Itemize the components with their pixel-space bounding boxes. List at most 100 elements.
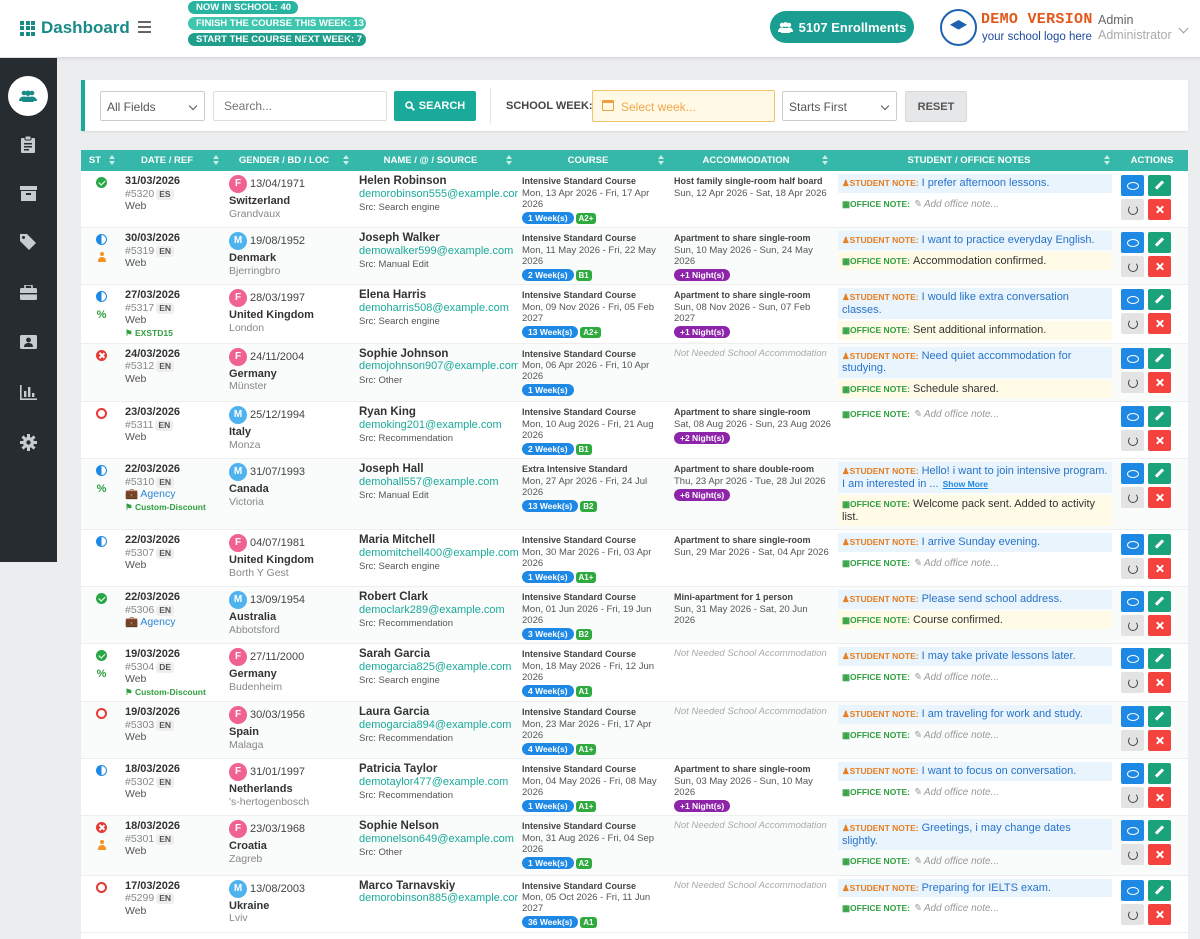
column-header[interactable]: DATE / REF	[121, 150, 225, 171]
view-button[interactable]	[1121, 763, 1144, 784]
student-name[interactable]: Robert Clark	[359, 591, 515, 604]
view-button[interactable]	[1121, 406, 1144, 427]
student-name[interactable]: Laura Garcia	[359, 706, 515, 719]
edit-button[interactable]	[1148, 463, 1171, 484]
history-button[interactable]	[1121, 371, 1144, 393]
student-email[interactable]: demogarcia894@example.com	[359, 719, 515, 732]
delete-button[interactable]	[1148, 903, 1171, 925]
student-name[interactable]: Maria Mitchell	[359, 534, 515, 547]
history-button[interactable]	[1121, 787, 1144, 808]
edit-button[interactable]	[1148, 591, 1171, 612]
view-button[interactable]	[1121, 534, 1144, 555]
sidebar-item-reports[interactable]	[8, 372, 48, 412]
student-name[interactable]: Joseph Hall	[359, 463, 515, 476]
history-button[interactable]	[1121, 487, 1144, 508]
start-next-week-badge[interactable]: START THE COURSE NEXT WEEK: 7	[188, 33, 366, 46]
delete-button[interactable]	[1148, 313, 1171, 334]
delete-button[interactable]	[1148, 558, 1171, 579]
chevron-down-icon[interactable]	[1178, 23, 1189, 34]
student-email[interactable]: demoking201@example.com	[359, 419, 515, 432]
view-button[interactable]	[1121, 706, 1144, 727]
column-header[interactable]: COURSE	[518, 150, 670, 171]
agency-link[interactable]: 💼 Agency	[125, 616, 222, 629]
office-note[interactable]: ▦OFFICE NOTE: ✎ Add office note...	[838, 554, 1112, 574]
view-button[interactable]	[1121, 591, 1144, 612]
menu-toggle-icon[interactable]	[138, 21, 151, 36]
delete-button[interactable]	[1148, 787, 1171, 808]
view-button[interactable]	[1121, 648, 1144, 669]
column-header[interactable]: ACCOMMODATION	[670, 150, 834, 171]
edit-button[interactable]	[1148, 175, 1171, 196]
office-note[interactable]: ▦OFFICE NOTE: ✎ Add office note...	[838, 783, 1112, 803]
view-button[interactable]	[1121, 289, 1144, 310]
delete-button[interactable]	[1148, 371, 1171, 393]
enrollments-button[interactable]: 5107 Enrollments	[770, 11, 914, 43]
edit-button[interactable]	[1148, 406, 1171, 427]
student-email[interactable]: demowalker599@example.com	[359, 245, 515, 258]
edit-button[interactable]	[1148, 347, 1171, 369]
sidebar-item-archive[interactable]	[8, 173, 48, 213]
sort-select[interactable]: Starts First	[782, 91, 897, 121]
delete-button[interactable]	[1148, 199, 1171, 220]
sidebar-item-briefcase[interactable]	[8, 272, 48, 312]
student-name[interactable]: Sophie Johnson	[359, 348, 515, 361]
student-email[interactable]: demonelson649@example.com	[359, 833, 515, 846]
history-button[interactable]	[1121, 199, 1144, 220]
history-button[interactable]	[1121, 313, 1144, 334]
student-email[interactable]: demomitchell400@example.com	[359, 547, 518, 560]
student-name[interactable]: Sarah Garcia	[359, 648, 515, 661]
edit-button[interactable]	[1148, 706, 1171, 727]
office-note[interactable]: ▦OFFICE NOTE: ✎ Add office note...	[838, 726, 1112, 746]
office-note[interactable]: ▦OFFICE NOTE: Sent additional information…	[838, 321, 1112, 340]
sidebar-item-users[interactable]	[8, 76, 48, 116]
sidebar-item-settings[interactable]	[8, 422, 48, 462]
edit-button[interactable]	[1148, 879, 1171, 901]
edit-button[interactable]	[1148, 763, 1171, 784]
history-button[interactable]	[1121, 615, 1144, 636]
student-name[interactable]: Joseph Walker	[359, 232, 515, 245]
student-email[interactable]: demojohnson907@example.com	[359, 360, 518, 373]
edit-button[interactable]	[1148, 820, 1171, 841]
view-button[interactable]	[1121, 820, 1144, 841]
sidebar-item-tags[interactable]	[8, 222, 48, 262]
history-button[interactable]	[1121, 672, 1144, 693]
student-email[interactable]: demogarcia825@example.com	[359, 661, 515, 674]
delete-button[interactable]	[1148, 844, 1171, 865]
office-note[interactable]: ▦OFFICE NOTE: Course confirmed.	[838, 610, 1112, 629]
student-name[interactable]: Helen Robinson	[359, 175, 515, 188]
office-note[interactable]: ▦OFFICE NOTE: ✎ Add office note...	[838, 899, 1112, 919]
student-name[interactable]: Marco Tarnavskiy	[359, 880, 515, 893]
sidebar-item-clipboard[interactable]	[8, 124, 48, 164]
edit-button[interactable]	[1148, 648, 1171, 669]
history-button[interactable]	[1121, 730, 1144, 751]
office-note[interactable]: ▦OFFICE NOTE: Welcome pack sent. Added to…	[838, 495, 1112, 526]
office-note[interactable]: ▦OFFICE NOTE: ✎ Add office note...	[838, 195, 1112, 215]
student-email[interactable]: demorobinson555@example.com	[359, 188, 518, 201]
delete-button[interactable]	[1148, 487, 1171, 508]
user-menu[interactable]: Admin Administrator	[1098, 13, 1172, 43]
sidebar-item-contacts[interactable]	[8, 322, 48, 362]
column-header[interactable]: NAME / @ / SOURCE	[355, 150, 518, 171]
view-button[interactable]	[1121, 879, 1144, 901]
search-button[interactable]: SEARCH	[394, 91, 476, 121]
student-name[interactable]: Sophie Nelson	[359, 820, 515, 833]
view-button[interactable]	[1121, 175, 1144, 196]
history-button[interactable]	[1121, 430, 1144, 451]
delete-button[interactable]	[1148, 615, 1171, 636]
view-button[interactable]	[1121, 232, 1144, 253]
office-note[interactable]: ▦OFFICE NOTE: Accommodation confirmed.	[838, 251, 1112, 270]
office-note[interactable]: ▦OFFICE NOTE: ✎ Add office note...	[838, 852, 1112, 872]
delete-button[interactable]	[1148, 430, 1171, 451]
student-email[interactable]: demoharris508@example.com	[359, 302, 515, 315]
reset-button[interactable]: RESET	[905, 91, 967, 122]
edit-button[interactable]	[1148, 534, 1171, 555]
student-email[interactable]: democlark289@example.com	[359, 604, 515, 617]
edit-button[interactable]	[1148, 289, 1171, 310]
view-button[interactable]	[1121, 463, 1144, 484]
agency-link[interactable]: 💼 Agency	[125, 488, 222, 501]
show-more-link[interactable]: Show More	[943, 479, 988, 489]
column-header[interactable]: ST	[81, 150, 121, 171]
student-email[interactable]: demorobinson885@example.com	[359, 892, 518, 905]
office-note[interactable]: ▦OFFICE NOTE: Schedule shared.	[838, 379, 1112, 398]
history-button[interactable]	[1121, 256, 1144, 277]
